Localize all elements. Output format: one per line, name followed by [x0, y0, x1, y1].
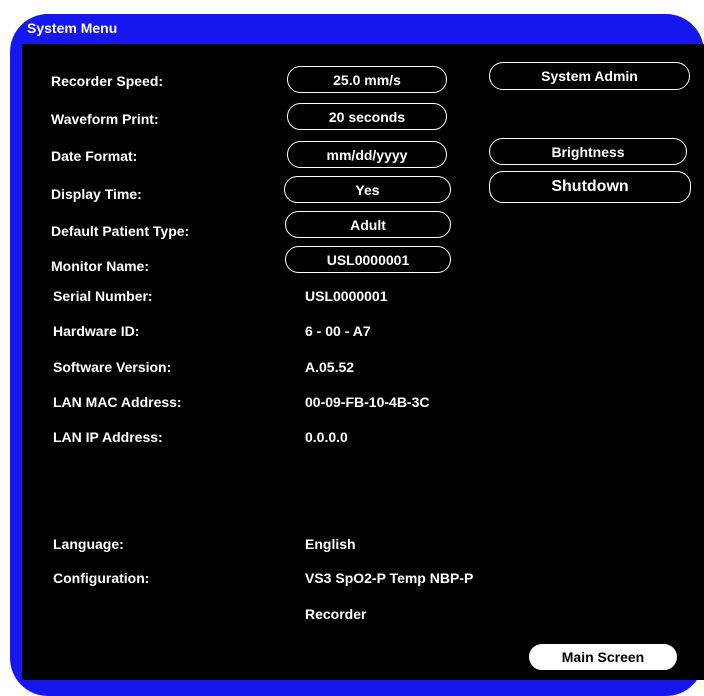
- waveform-print-button[interactable]: 20 seconds: [287, 103, 447, 130]
- hardware-id-label: Hardware ID:: [53, 323, 140, 339]
- display-time-label: Display Time:: [51, 186, 142, 202]
- software-version-value: A.05.52: [305, 359, 355, 375]
- language-label: Language:: [53, 536, 124, 552]
- main-screen-button[interactable]: Main Screen: [529, 644, 677, 670]
- configuration-value: VS3 SpO2-P Temp NBP-P: [305, 570, 474, 586]
- default-patient-type-label: Default Patient Type:: [51, 223, 190, 239]
- lan-mac-address-value: 00-09-FB-10-4B-3C: [305, 394, 430, 410]
- monitor-name-button[interactable]: USL0000001: [285, 246, 451, 273]
- recorder-speed-label: Recorder Speed:: [51, 73, 164, 89]
- waveform-print-label: Waveform Print:: [51, 111, 159, 127]
- display-time-button[interactable]: Yes: [284, 176, 451, 203]
- default-patient-type-button[interactable]: Adult: [285, 211, 451, 238]
- hardware-id-value: 6 - 00 - A7: [305, 323, 371, 339]
- system-admin-button[interactable]: System Admin: [489, 62, 690, 90]
- lan-ip-address-value: 0.0.0.0: [305, 429, 348, 445]
- shutdown-button[interactable]: Shutdown: [489, 171, 691, 203]
- language-value: English: [305, 536, 356, 552]
- window-title: System Menu: [27, 20, 118, 36]
- serial-number-value: USL0000001: [305, 288, 388, 304]
- lan-ip-address-label: LAN IP Address:: [53, 429, 163, 445]
- date-format-button[interactable]: mm/dd/yyyy: [287, 141, 447, 168]
- software-version-label: Software Version:: [53, 359, 172, 375]
- date-format-label: Date Format:: [51, 148, 138, 164]
- lan-mac-address-label: LAN MAC Address:: [53, 394, 182, 410]
- configuration-value-line2: Recorder: [305, 606, 367, 622]
- recorder-speed-button[interactable]: 25.0 mm/s: [287, 66, 447, 93]
- configuration-label: Configuration:: [53, 570, 150, 586]
- serial-number-label: Serial Number:: [53, 288, 153, 304]
- brightness-button[interactable]: Brightness: [489, 138, 687, 165]
- monitor-name-label: Monitor Name:: [51, 258, 149, 274]
